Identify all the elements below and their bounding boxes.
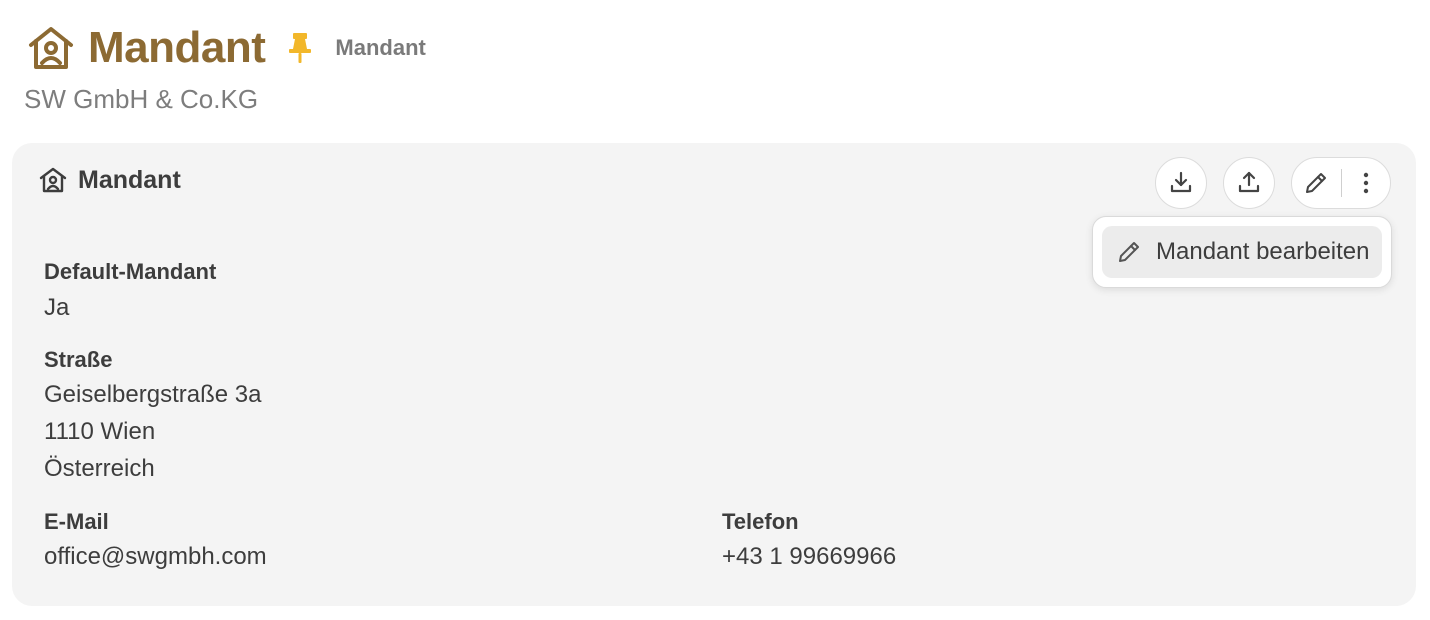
home-icon — [26, 23, 76, 73]
more-menu: Mandant bearbeiten — [1092, 216, 1392, 288]
breadcrumb[interactable]: Mandant — [335, 35, 425, 61]
edit-button[interactable] — [1292, 158, 1341, 208]
telefon-value[interactable]: +43 1 99669966 — [722, 538, 896, 575]
strasse-line-1: Geiselbergstraße 3a — [44, 381, 262, 408]
title-row: Mandant Mandant — [26, 20, 426, 76]
more-button[interactable] — [1341, 158, 1390, 208]
page-subtitle: SW GmbH & Co.KG — [24, 84, 259, 114]
upload-button[interactable] — [1223, 157, 1275, 209]
page-header: Mandant Mandant SW GmbH & Co.KG — [24, 20, 426, 115]
more-vertical-icon — [1363, 172, 1368, 194]
default-mandant-value: Ja — [44, 294, 70, 321]
edit-split-button — [1291, 157, 1391, 209]
home-icon — [38, 165, 68, 195]
card-title: Mandant — [38, 165, 181, 195]
menu-item-label: Mandant bearbeiten — [1156, 238, 1370, 265]
menu-item-edit-mandant[interactable]: Mandant bearbeiten — [1102, 226, 1382, 278]
page-title: Mandant — [88, 23, 266, 72]
pencil-icon — [1116, 239, 1142, 265]
strasse-line-3: Österreich — [44, 455, 155, 482]
email-label: E-Mail — [44, 509, 109, 534]
strasse-label: Straße — [44, 347, 113, 372]
download-button[interactable] — [1155, 157, 1207, 209]
card-title-label: Mandant — [78, 165, 181, 194]
strasse-line-2: 1110 Wien — [44, 418, 156, 445]
default-mandant-label: Default-Mandant — [44, 259, 217, 284]
telefon-label: Telefon — [722, 509, 799, 534]
card-actions — [1155, 157, 1391, 209]
email-value[interactable]: office@swgmbh.com — [44, 538, 267, 575]
upload-icon — [1238, 171, 1260, 193]
mandant-card: Mandant Mandant bearbeiten Default-Manda… — [12, 143, 1416, 606]
pin-icon[interactable] — [287, 31, 313, 65]
download-icon — [1170, 171, 1192, 193]
pencil-icon — [1306, 173, 1327, 193]
